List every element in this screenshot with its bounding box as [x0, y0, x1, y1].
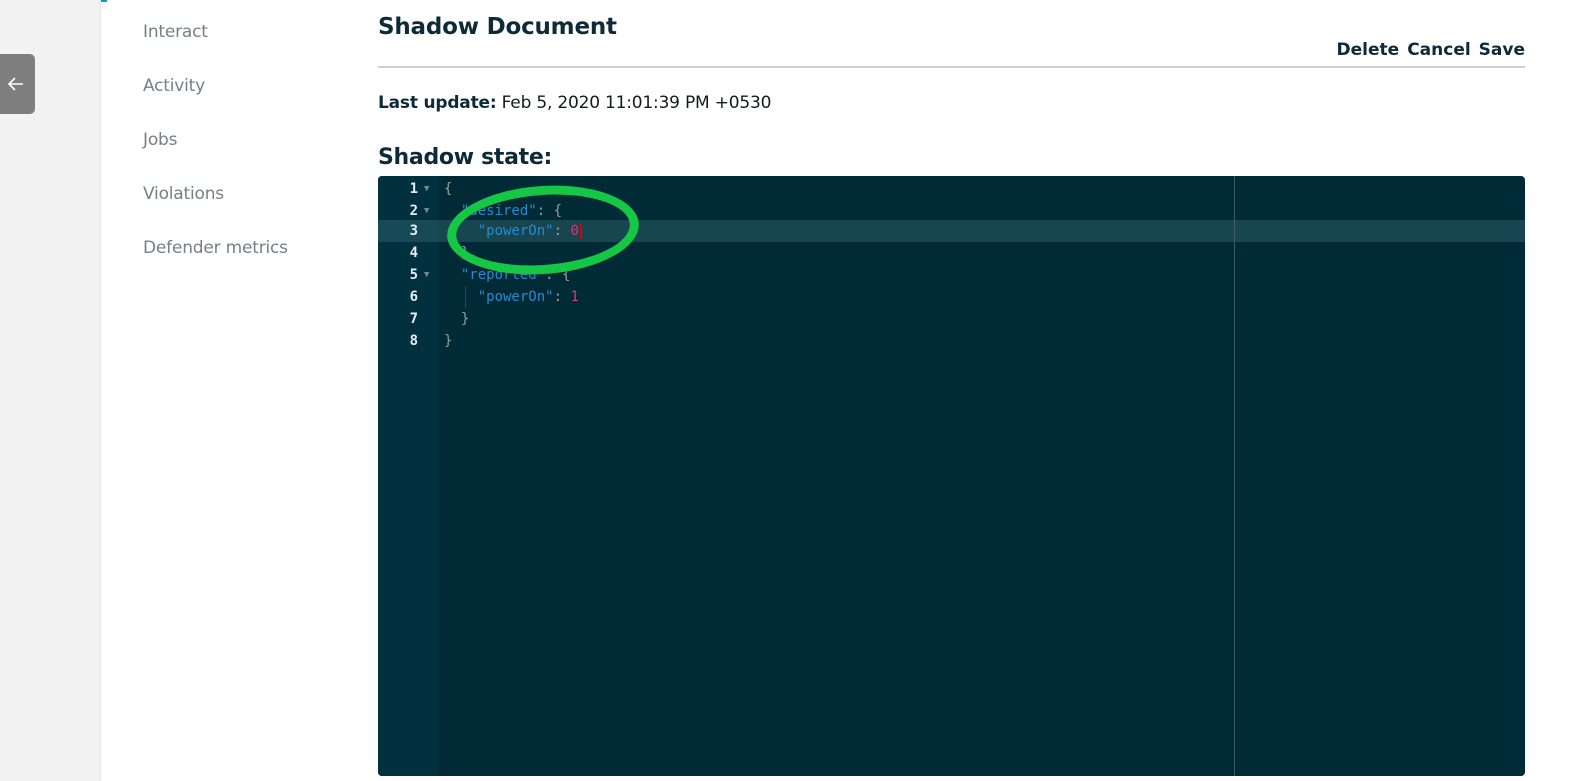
fold-arrow-icon[interactable]: ▼	[424, 264, 429, 286]
fold-arrow-icon[interactable]: ▼	[424, 178, 429, 200]
shadow-state-label: Shadow state:	[378, 145, 552, 170]
header-divider	[378, 66, 1525, 68]
code-text: "reported": {	[444, 264, 571, 286]
back-button[interactable]	[0, 54, 35, 114]
line-number: 1	[409, 181, 418, 197]
line-number: 7	[409, 311, 418, 327]
document-actions: Delete Cancel Save	[1337, 40, 1525, 60]
punctuation: :	[553, 289, 571, 305]
code-line: 7 }	[378, 308, 1525, 330]
active-tab-indicator	[101, 0, 107, 2]
text-cursor	[579, 223, 582, 239]
delete-button[interactable]: Delete	[1337, 40, 1400, 60]
arrow-left-icon	[7, 77, 23, 91]
punctuation: : {	[545, 267, 571, 283]
subnav-item-activity[interactable]: Activity	[143, 72, 288, 126]
code-line: 2 ▼ "desired": {	[378, 200, 1525, 222]
code-text: "desired": {	[444, 200, 562, 222]
subnav-item-jobs[interactable]: Jobs	[143, 126, 288, 180]
code-line-active: 3 "powerOn": 0	[378, 220, 1525, 242]
json-key: "reported"	[460, 267, 546, 283]
line-number: 2	[409, 203, 418, 219]
json-number: 0	[570, 223, 579, 239]
code-line: 5 ▼ "reported": {	[378, 264, 1525, 286]
code-text: },	[444, 245, 478, 261]
code-text: {	[444, 181, 453, 197]
json-key: "desired"	[460, 203, 537, 219]
last-update: Last update: Feb 5, 2020 11:01:39 PM +05…	[378, 93, 771, 113]
json-key: "powerOn"	[477, 223, 554, 239]
subnav-item-interact[interactable]: Interact	[143, 18, 288, 72]
line-number: 8	[409, 333, 418, 349]
code-text: "powerOn": 0	[444, 220, 582, 242]
last-update-value: Feb 5, 2020 11:01:39 PM +0530	[501, 93, 772, 113]
last-update-label: Last update:	[378, 93, 497, 113]
code-line: 1 ▼ {	[378, 178, 1525, 200]
code-text: "powerOn": 1	[444, 286, 579, 308]
code-text: }	[444, 333, 453, 349]
shadow-json-editor[interactable]: 1 ▼ { 2 ▼ "desired": { 3 "powerOn": 0 4 …	[378, 176, 1525, 776]
punctuation: :	[553, 223, 571, 239]
page-title: Shadow Document	[378, 14, 617, 40]
code-line: 4 },	[378, 242, 1525, 264]
thing-subnav: Interact Activity Jobs Violations Defend…	[143, 18, 288, 288]
line-number: 3	[409, 223, 418, 239]
subnav-item-violations[interactable]: Violations	[143, 180, 288, 234]
code-text: }	[444, 311, 470, 327]
json-number: 1	[570, 289, 579, 305]
json-key: "powerOn"	[477, 289, 554, 305]
line-number: 6	[409, 289, 418, 305]
code-line: 6 "powerOn": 1	[378, 286, 1525, 308]
line-number: 5	[409, 267, 418, 283]
fold-arrow-icon[interactable]: ▼	[424, 200, 429, 222]
left-rail	[0, 0, 101, 781]
line-number: 4	[409, 245, 418, 261]
code-line: 8 }	[378, 330, 1525, 352]
subnav-item-defender-metrics[interactable]: Defender metrics	[143, 234, 288, 288]
save-button[interactable]: Save	[1479, 40, 1525, 60]
punctuation: : {	[536, 203, 563, 219]
cancel-button[interactable]: Cancel	[1407, 40, 1470, 60]
